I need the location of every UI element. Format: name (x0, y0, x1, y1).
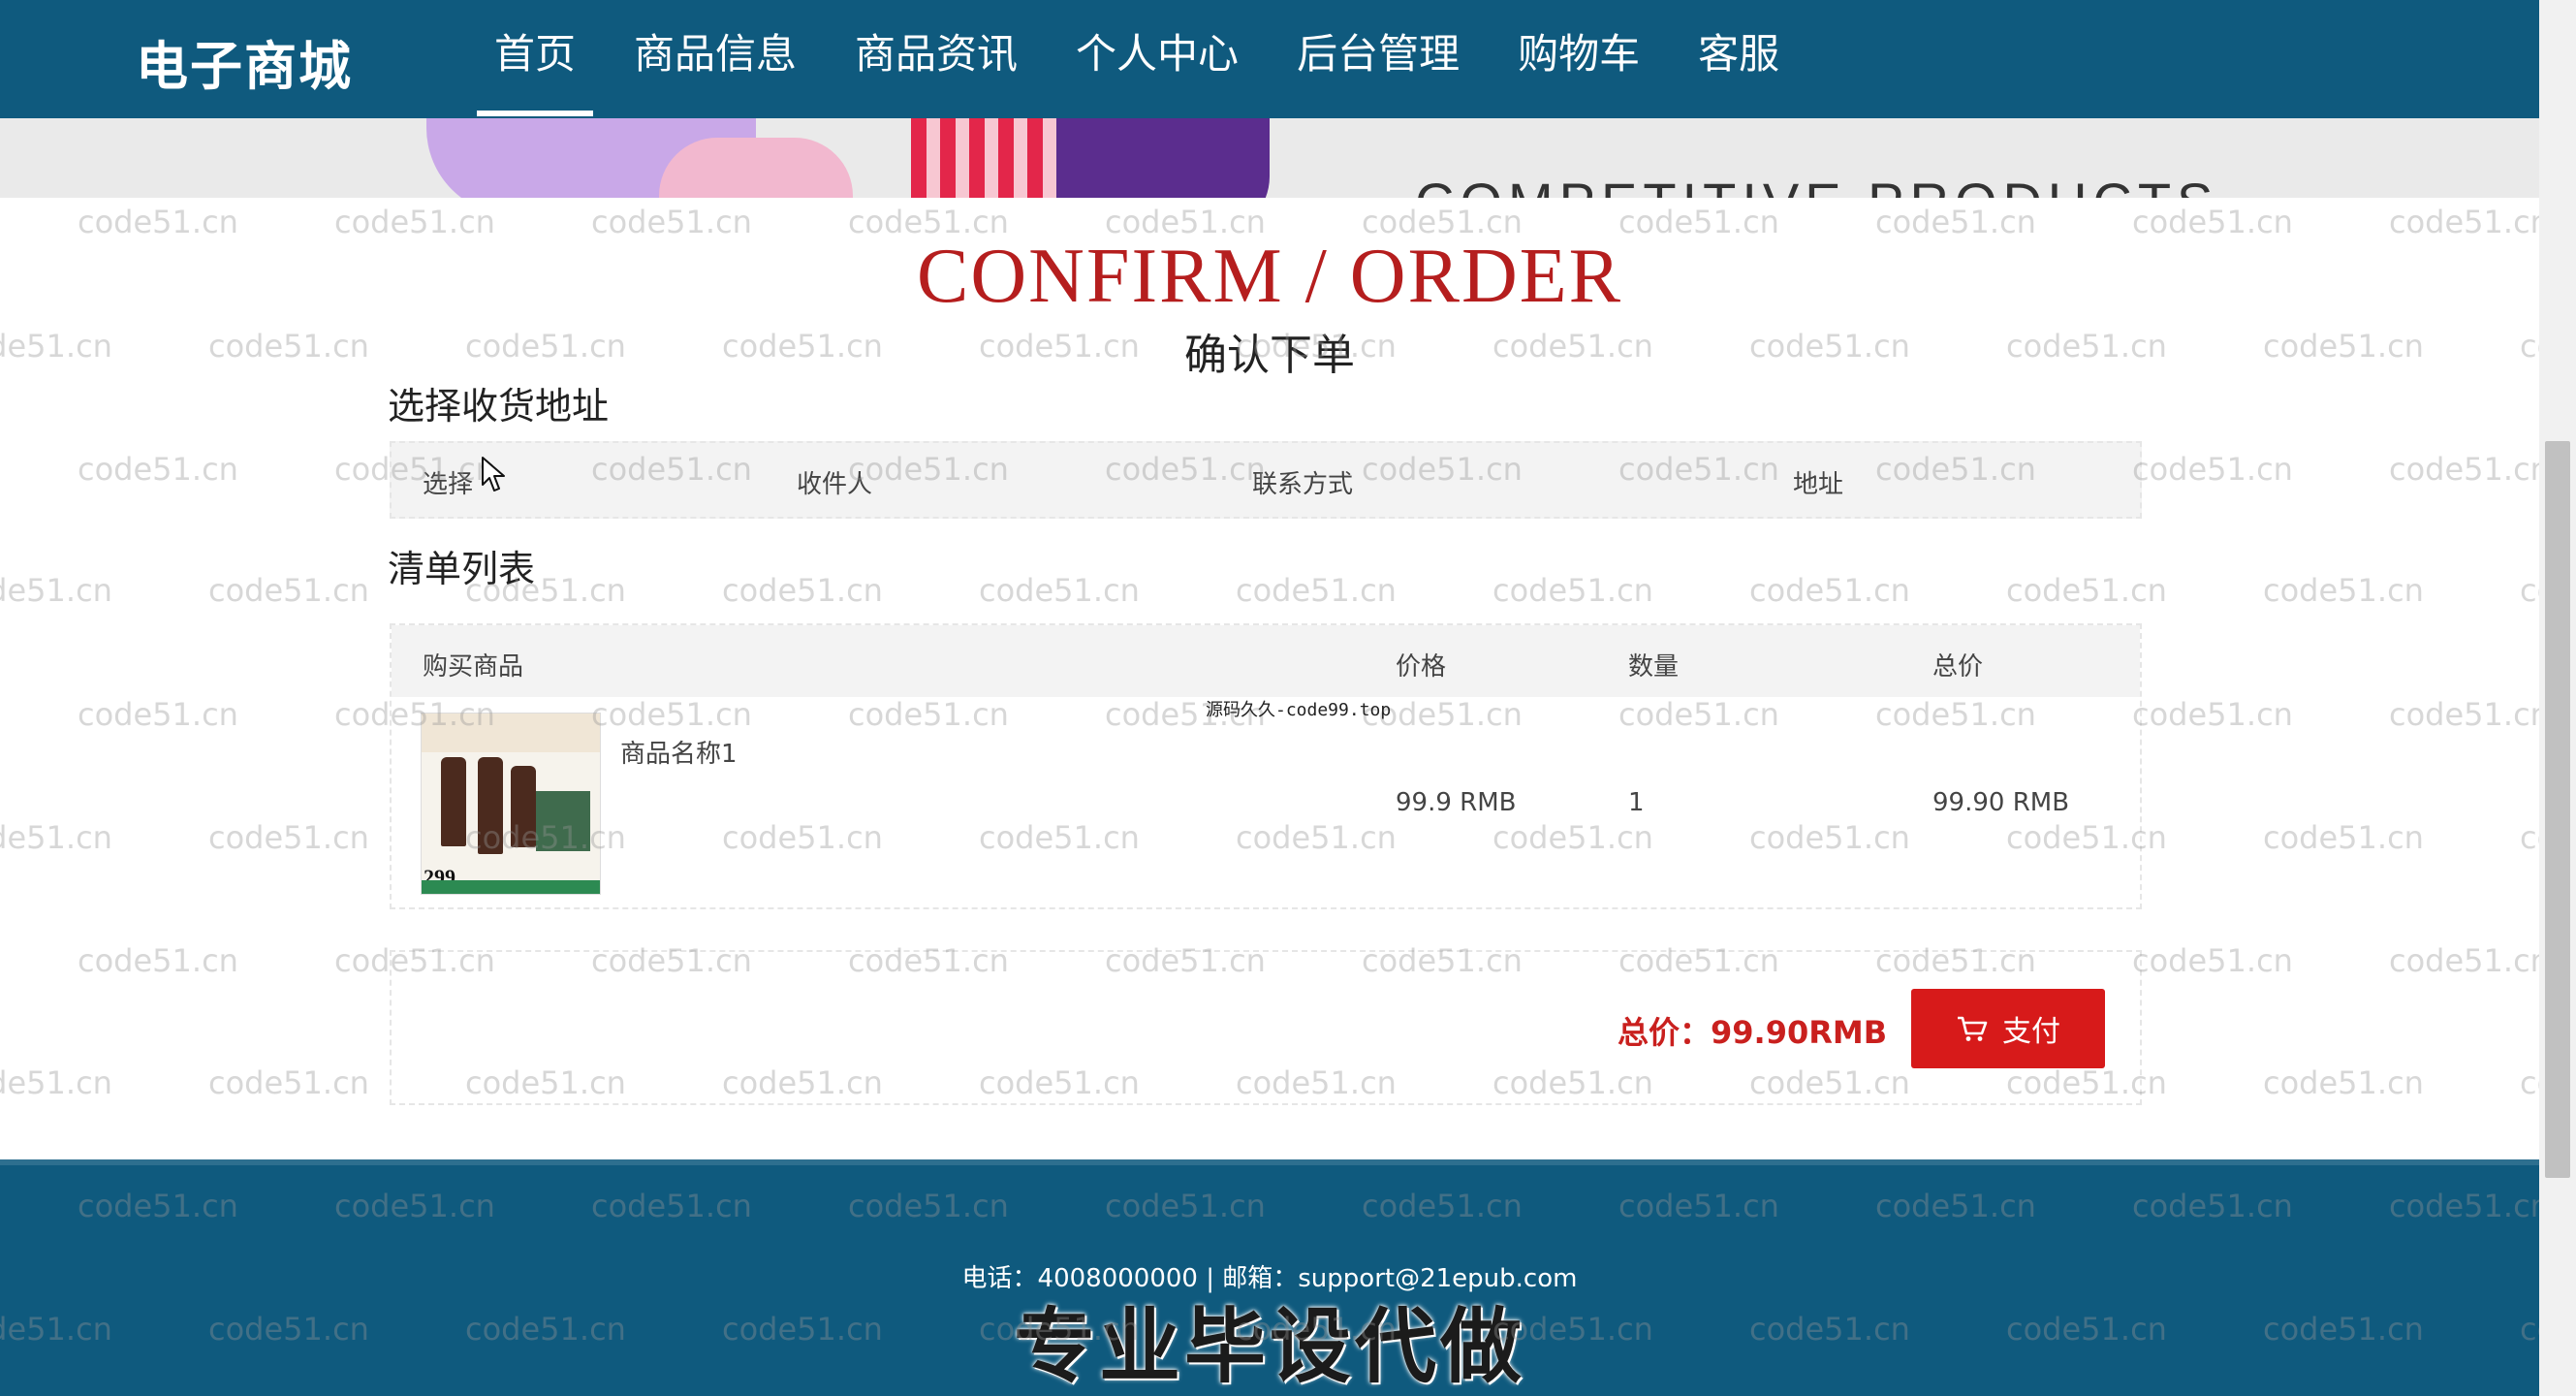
nav-item-service[interactable]: 客服 (1669, 0, 1808, 118)
watermark-text: code51.cn (2263, 572, 2424, 609)
pay-button[interactable]: 支付 (1911, 989, 2105, 1068)
order-header-price: 价格 (1396, 652, 1447, 682)
banner-image: COMPETITIVE PRODUCTS (0, 118, 2539, 198)
order-header-total: 总价 (1932, 652, 1984, 682)
overlay-watermark-text: 源码久久-code99.top (1206, 700, 1392, 720)
watermark-text: code51.cn (78, 451, 238, 488)
footer: 电话：4008000000 | 邮箱：support@21epub.com 专业… (0, 1159, 2539, 1396)
footer-overlay-text: 专业毕设代做 (1013, 1299, 1525, 1394)
watermark-text: code51.cn (1492, 572, 1653, 609)
order-section-title: 清单列表 (388, 548, 536, 590)
banner-handle-shape (659, 138, 853, 198)
watermark-text: code51.cn (0, 1064, 112, 1101)
address-section-title: 选择收货地址 (388, 385, 610, 428)
product-image[interactable]: 299 (421, 713, 601, 895)
product-bottle-shape (478, 757, 503, 854)
watermark-text: code51.cn (208, 572, 369, 609)
product-image-strip (422, 880, 600, 894)
nav-item-cart[interactable]: 购物车 (1489, 0, 1669, 118)
address-header-select: 选择 (423, 470, 474, 499)
watermark-text: code51.cn (78, 696, 238, 733)
watermark-text: code51.cn (2263, 819, 2424, 856)
address-header-recipient: 收件人 (797, 470, 873, 499)
nav-item-news[interactable]: 商品资讯 (826, 0, 1047, 118)
page-title-en: CONFIRM / ORDER (917, 234, 1622, 319)
banner-figure-shape (1056, 118, 1270, 198)
watermark-text: code51.cn (208, 1064, 369, 1101)
address-table: 选择 收件人 联系方式 地址 (390, 441, 2142, 519)
watermark-text: code51.cn (722, 572, 883, 609)
watermark-text: code51.cn (979, 572, 1140, 609)
order-header-quantity: 数量 (1628, 652, 1680, 682)
watermark-text: code51.cn (2132, 451, 2293, 488)
watermark-text: code51.cn (2132, 696, 2293, 733)
vertical-scrollbar[interactable] (2539, 0, 2576, 1396)
product-bottle-shape (441, 757, 466, 846)
nav-item-admin[interactable]: 后台管理 (1268, 0, 1489, 118)
product-price: 99.9 RMB (1396, 788, 1517, 817)
order-table: 购买商品 价格 数量 总价 299 商品名称1 99.9 RMB 1 99.90… (390, 623, 2142, 909)
pay-button-label: 支付 (2002, 1016, 2060, 1048)
mouse-cursor-icon (482, 457, 505, 492)
product-name[interactable]: 商品名称1 (620, 734, 738, 770)
product-box-shape (536, 791, 590, 851)
product-image-banner (422, 714, 600, 752)
brand-logo[interactable]: 电子商城 (136, 23, 353, 100)
scrollbar-thumb[interactable] (2545, 441, 2570, 1178)
order-table-header: 购买商品 价格 数量 总价 (392, 625, 2140, 697)
product-bottle-shape (511, 766, 536, 847)
watermark-text: code51.cn (2132, 942, 2293, 979)
watermark-text: code51.cn (2389, 451, 2550, 488)
order-total: 总价：99.90RMB (1618, 1014, 1888, 1051)
watermark-text: code51.cn (0, 572, 112, 609)
address-header-contact: 联系方式 (1252, 470, 1354, 499)
watermark-text: code51.cn (78, 942, 238, 979)
cart-icon (1958, 1016, 1988, 1041)
watermark-text: code51.cn (0, 819, 112, 856)
product-total: 99.90 RMB (1932, 788, 2070, 817)
address-header-address: 地址 (1793, 470, 1844, 499)
order-summary: 总价：99.90RMB 支付 (390, 950, 2142, 1105)
nav-item-home[interactable]: 首页 (465, 0, 605, 118)
product-quantity: 1 (1628, 788, 1645, 817)
watermark-text: code51.cn (2006, 572, 2167, 609)
nav-item-products[interactable]: 商品信息 (605, 0, 826, 118)
watermark-text: code51.cn (1749, 572, 1910, 609)
nav-item-profile[interactable]: 个人中心 (1047, 0, 1268, 118)
top-header: 电子商城 首页 商品信息 商品资讯 个人中心 后台管理 购物车 客服 (0, 0, 2539, 118)
main-nav: 首页 商品信息 商品资讯 个人中心 后台管理 购物车 客服 (465, 0, 1808, 118)
watermark-text: code51.cn (2263, 1064, 2424, 1101)
watermark-text: code51.cn (208, 819, 369, 856)
page: 电子商城 首页 商品信息 商品资讯 个人中心 后台管理 购物车 客服 COMPE… (0, 0, 2576, 1396)
watermark-text: code51.cn (1236, 572, 1397, 609)
watermark-text: code51.cn (2389, 696, 2550, 733)
page-title-cn: 确认下单 (1184, 331, 1355, 380)
banner-text: COMPETITIVE PRODUCTS (1415, 171, 2218, 198)
order-header-product: 购买商品 (423, 652, 524, 682)
watermark-text: code51.cn (2389, 942, 2550, 979)
